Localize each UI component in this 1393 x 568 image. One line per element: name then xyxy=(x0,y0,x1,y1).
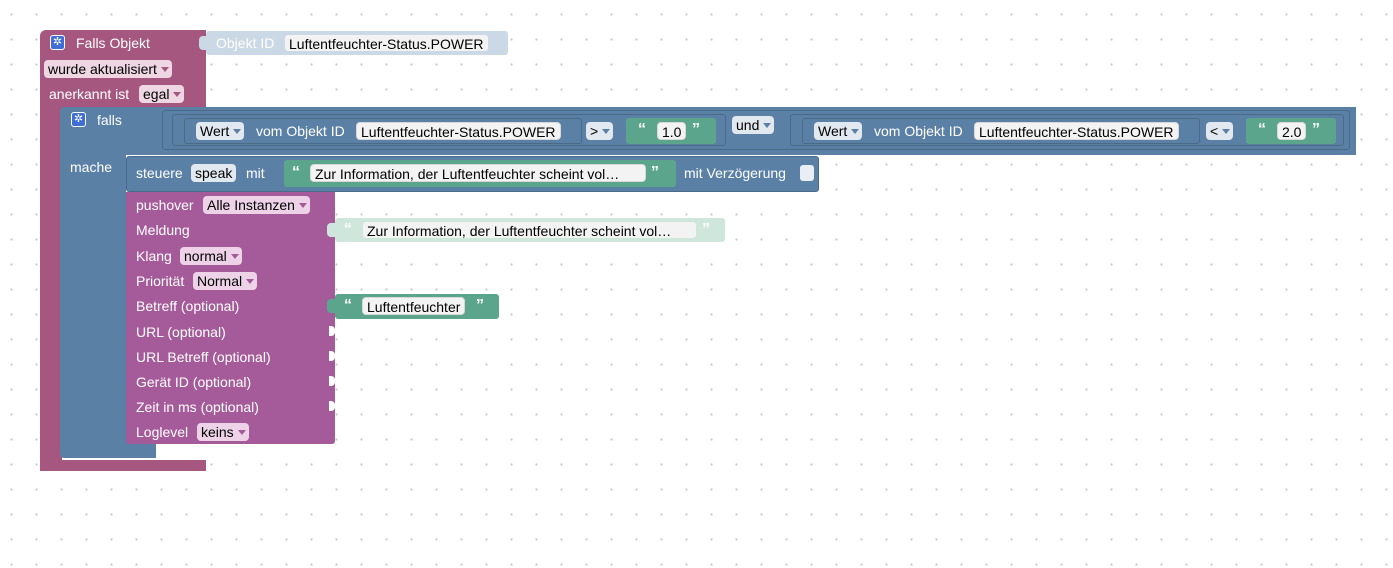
dropdown-arrow-icon xyxy=(173,92,182,97)
dropdown-arrow-icon xyxy=(237,430,246,435)
vom-objekt-label-right: vom Objekt ID xyxy=(874,123,963,139)
url-label: URL (optional) xyxy=(136,324,226,340)
mit-label: mit xyxy=(246,165,265,181)
vom-objekt-label-left: vom Objekt ID xyxy=(256,123,345,139)
prio-dropdown[interactable]: Normal xyxy=(193,272,258,290)
ack-label: anerkannt ist xyxy=(49,86,130,102)
object-id-field[interactable]: Luftentfeuchter-Status.POWER xyxy=(284,34,489,52)
if-block-spine xyxy=(60,150,126,450)
klang-value: normal xyxy=(184,248,227,264)
steuere-label: steuere xyxy=(136,165,183,181)
zeit-input-socket[interactable] xyxy=(329,401,335,411)
number-field-left[interactable]: 1.0 xyxy=(657,122,687,140)
wert-dropdown-right[interactable]: Wert xyxy=(814,122,863,140)
close-quote-icon: ” xyxy=(476,297,484,314)
loglevel-label: Loglevel xyxy=(136,424,189,440)
operator-dropdown-left[interactable]: > xyxy=(586,122,614,140)
trigger-block-spine xyxy=(40,100,62,470)
dropdown-arrow-icon xyxy=(233,129,242,134)
close-quote-icon: ” xyxy=(1312,121,1320,138)
trigger-title: Falls Objekt xyxy=(76,35,150,51)
meldung-label: Meldung xyxy=(136,222,190,238)
dropdown-arrow-icon xyxy=(763,123,772,128)
instance-value: Alle Instanzen xyxy=(207,197,295,213)
prio-label: Priorität xyxy=(136,273,185,289)
geraet-input-socket[interactable] xyxy=(329,376,335,386)
dropdown-arrow-icon xyxy=(246,279,255,284)
object-field-left[interactable]: Luftentfeuchter-Status.POWER xyxy=(356,122,561,140)
klang-dropdown[interactable]: normal xyxy=(180,247,242,265)
pushover-title: pushover xyxy=(136,197,194,213)
wert-dropdown-left[interactable]: Wert xyxy=(196,122,245,140)
zeit-label: Zeit in ms (optional) xyxy=(136,399,259,415)
dropdown-arrow-icon xyxy=(298,203,307,208)
ack-dropdown[interactable]: egal xyxy=(139,85,185,103)
delay-label: mit Verzögerung xyxy=(684,165,786,181)
betreff-connector xyxy=(327,299,335,313)
url-input-socket[interactable] xyxy=(329,326,335,336)
instance-dropdown[interactable]: Alle Instanzen xyxy=(203,196,310,214)
operator-right-value: < xyxy=(1210,123,1219,139)
dropdown-arrow-icon xyxy=(230,254,239,259)
trigger-block-footer xyxy=(40,460,206,471)
wert-dropdown-left-value: Wert xyxy=(200,123,230,139)
dropdown-arrow-icon xyxy=(1222,129,1231,134)
ack-dropdown-value: egal xyxy=(143,86,170,102)
prio-value: Normal xyxy=(197,273,243,289)
object-field-right[interactable]: Luftentfeuchter-Status.POWER xyxy=(974,122,1179,140)
dropdown-arrow-icon xyxy=(602,129,611,134)
loglevel-dropdown[interactable]: keins xyxy=(197,423,249,441)
logic-operator-dropdown[interactable]: und xyxy=(732,116,775,134)
gear-icon[interactable]: ✲ xyxy=(71,112,86,127)
gear-icon[interactable]: ✲ xyxy=(50,35,65,50)
open-quote-icon: “ xyxy=(344,297,352,314)
target-dropdown[interactable]: speak xyxy=(191,164,237,182)
close-quote-icon: ” xyxy=(651,164,659,181)
betreff-label: Betreff (optional) xyxy=(136,298,240,314)
dropdown-arrow-icon xyxy=(851,129,860,134)
url-betreff-input-socket[interactable] xyxy=(329,351,335,361)
close-quote-icon: ” xyxy=(702,221,710,238)
klang-label: Klang xyxy=(136,248,172,264)
close-quote-icon: ” xyxy=(692,121,700,138)
loglevel-value: keins xyxy=(201,424,234,440)
operator-left-value: > xyxy=(590,123,599,139)
meldung-text-field[interactable]: Zur Information, der Luftentfeuchter sch… xyxy=(362,221,697,239)
open-quote-icon: “ xyxy=(344,221,352,238)
object-id-label: Objekt ID xyxy=(216,35,275,51)
wert-dropdown-right-value: Wert xyxy=(818,123,848,139)
operator-dropdown-right[interactable]: < xyxy=(1206,122,1234,140)
number-field-right[interactable]: 2.0 xyxy=(1277,122,1307,140)
logic-operator-value: und xyxy=(736,117,760,133)
open-quote-icon: “ xyxy=(638,121,646,138)
event-dropdown[interactable]: wurde aktualisiert xyxy=(44,60,172,78)
url-betreff-label: URL Betreff (optional) xyxy=(136,349,271,365)
geraet-label: Gerät ID (optional) xyxy=(136,374,252,390)
target-value: speak xyxy=(195,165,233,181)
open-quote-icon: “ xyxy=(292,164,300,181)
dropdown-arrow-icon xyxy=(160,67,169,72)
betreff-text-field[interactable]: Luftentfeuchter xyxy=(362,297,466,315)
open-quote-icon: “ xyxy=(1258,121,1266,138)
mache-label: mache xyxy=(70,159,113,175)
event-dropdown-value: wurde aktualisiert xyxy=(48,61,157,77)
meldung-connector xyxy=(327,223,335,237)
delay-checkbox[interactable] xyxy=(800,165,814,181)
control-text-field[interactable]: Zur Information, der Luftentfeuchter sch… xyxy=(310,164,646,182)
falls-label: falls xyxy=(97,112,122,128)
